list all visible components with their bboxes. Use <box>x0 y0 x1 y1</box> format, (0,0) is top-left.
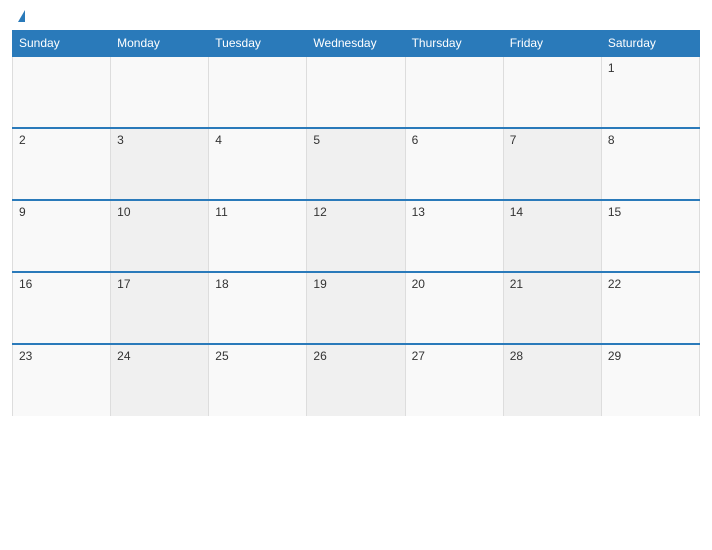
header-thursday: Thursday <box>405 31 503 57</box>
day-number: 10 <box>117 205 130 219</box>
calendar-day: 27 <box>405 344 503 416</box>
calendar-table: Sunday Monday Tuesday Wednesday Thursday… <box>12 30 700 416</box>
calendar-day <box>307 56 405 128</box>
day-number: 8 <box>608 133 615 147</box>
calendar-day: 15 <box>601 200 699 272</box>
day-number: 27 <box>412 349 425 363</box>
header-monday: Monday <box>111 31 209 57</box>
calendar-day: 8 <box>601 128 699 200</box>
calendar-day: 9 <box>13 200 111 272</box>
calendar-day <box>503 56 601 128</box>
day-number: 11 <box>215 205 227 219</box>
day-number: 9 <box>19 205 26 219</box>
calendar-day: 5 <box>307 128 405 200</box>
day-number: 13 <box>412 205 425 219</box>
calendar-day: 29 <box>601 344 699 416</box>
logo-triangle-icon <box>18 10 25 22</box>
calendar-day: 10 <box>111 200 209 272</box>
day-number: 16 <box>19 277 32 291</box>
day-number: 18 <box>215 277 228 291</box>
calendar-day <box>405 56 503 128</box>
calendar-day: 6 <box>405 128 503 200</box>
calendar-day: 4 <box>209 128 307 200</box>
day-number: 2 <box>19 133 26 147</box>
calendar-day: 14 <box>503 200 601 272</box>
day-number: 3 <box>117 133 124 147</box>
calendar-day: 21 <box>503 272 601 344</box>
day-number: 20 <box>412 277 425 291</box>
calendar-day: 3 <box>111 128 209 200</box>
calendar-day: 13 <box>405 200 503 272</box>
day-number: 4 <box>215 133 222 147</box>
calendar-day: 23 <box>13 344 111 416</box>
calendar-day: 26 <box>307 344 405 416</box>
day-number: 7 <box>510 133 517 147</box>
day-number: 28 <box>510 349 523 363</box>
calendar-day <box>13 56 111 128</box>
calendar-week-5: 23 24 25 26 27 28 29 <box>13 344 700 416</box>
calendar-day: 22 <box>601 272 699 344</box>
calendar-week-3: 9 10 11 12 13 14 15 <box>13 200 700 272</box>
day-number: 24 <box>117 349 130 363</box>
day-number: 1 <box>608 61 615 75</box>
day-number: 12 <box>313 205 326 219</box>
calendar-day: 11 <box>209 200 307 272</box>
day-number: 22 <box>608 277 621 291</box>
day-number: 6 <box>412 133 419 147</box>
calendar-week-4: 16 17 18 19 20 21 22 <box>13 272 700 344</box>
header-saturday: Saturday <box>601 31 699 57</box>
header-sunday: Sunday <box>13 31 111 57</box>
calendar-day <box>209 56 307 128</box>
calendar-day <box>111 56 209 128</box>
calendar-week-2: 2 3 4 5 6 7 8 <box>13 128 700 200</box>
day-number: 17 <box>117 277 130 291</box>
calendar-container: Sunday Monday Tuesday Wednesday Thursday… <box>0 0 712 550</box>
calendar-week-1: 1 <box>13 56 700 128</box>
header-tuesday: Tuesday <box>209 31 307 57</box>
day-number: 19 <box>313 277 326 291</box>
weekday-header-row: Sunday Monday Tuesday Wednesday Thursday… <box>13 31 700 57</box>
calendar-day: 16 <box>13 272 111 344</box>
calendar-day: 19 <box>307 272 405 344</box>
header-wednesday: Wednesday <box>307 31 405 57</box>
calendar-day: 12 <box>307 200 405 272</box>
day-number: 26 <box>313 349 326 363</box>
day-number: 23 <box>19 349 32 363</box>
calendar-day: 25 <box>209 344 307 416</box>
calendar-day: 18 <box>209 272 307 344</box>
day-number: 15 <box>608 205 621 219</box>
calendar-day: 1 <box>601 56 699 128</box>
day-number: 5 <box>313 133 320 147</box>
logo <box>16 10 25 22</box>
day-number: 25 <box>215 349 228 363</box>
calendar-day: 20 <box>405 272 503 344</box>
calendar-day: 17 <box>111 272 209 344</box>
day-number: 29 <box>608 349 621 363</box>
header-friday: Friday <box>503 31 601 57</box>
calendar-day: 24 <box>111 344 209 416</box>
calendar-header <box>12 10 700 22</box>
calendar-day: 7 <box>503 128 601 200</box>
calendar-day: 2 <box>13 128 111 200</box>
day-number: 14 <box>510 205 523 219</box>
day-number: 21 <box>510 277 523 291</box>
calendar-day: 28 <box>503 344 601 416</box>
